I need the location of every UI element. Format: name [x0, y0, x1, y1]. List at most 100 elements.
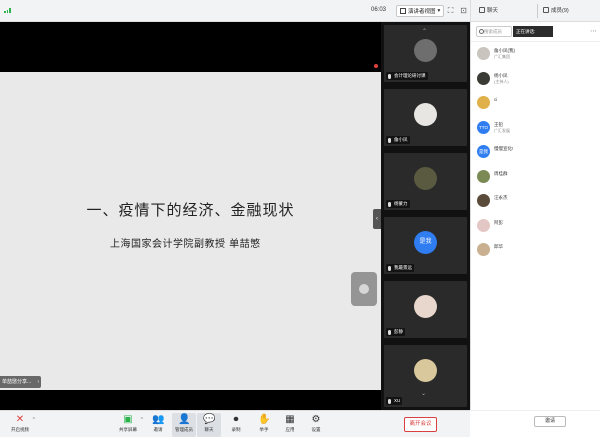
video-gallery: ⌃ 会计理论研讨课 詹小凤 杨蒙力 是我 我最景远 彭静 XU ⌄ [381, 22, 470, 410]
chevron-left-icon: ‹ [376, 216, 378, 222]
tab-chat-label: 聊天 [487, 8, 499, 14]
avatar [414, 103, 437, 126]
slide-title: 一、疫情下的经济、金融现状 [86, 201, 295, 219]
tab-chat[interactable]: 聊天 [479, 6, 498, 14]
speaking-indicator: 正在讲话: [513, 26, 553, 37]
apps-icon: ▦ [285, 414, 295, 425]
panel-tabs: 聊天 成员(9) [471, 0, 600, 22]
list-item[interactable]: 汪永杰 [471, 191, 600, 216]
record-button[interactable]: ⏺ 录制 [224, 413, 248, 437]
chevron-up-icon: ⌃ [422, 29, 428, 35]
signal-icon[interactable] [4, 8, 11, 13]
speaker-view-button[interactable]: 演讲者视图 ▾ [396, 5, 445, 17]
raise-hand-button[interactable]: ✋ 举手 [252, 413, 276, 437]
meeting-timer: 06:03 [371, 7, 387, 13]
sharer-tag[interactable]: 单喆慜分享... ‹ [0, 376, 42, 388]
participant-name: 慢慢宣化! [494, 146, 514, 151]
panel-footer: 邀请 [470, 410, 600, 437]
chat-icon [479, 7, 485, 13]
chat-label: 聊天 [204, 427, 214, 432]
record-icon: ⏺ [233, 414, 239, 425]
tile-name: 会计理论研讨课 [386, 72, 428, 80]
avatar [477, 96, 490, 109]
bottom-toolbar: ✕ 开启视频 ^ ▣ 共享屏幕 ^ 👥 邀请 👤 管理成员 💬 聊天 ⏺ 录制 … [0, 410, 470, 437]
chevron-down-icon[interactable]: ⌄ [421, 390, 426, 397]
tab-members[interactable]: 成员(9) [543, 6, 569, 14]
invite-label: 邀请 [153, 427, 163, 432]
search-row: 搜索成员 正在讲话: ⋯ [471, 22, 600, 42]
side-panel: 聊天 成员(9) 搜索成员 正在讲话: ⋯ 詹小凤(我) 广汇集团 杨小凤 (主… [470, 0, 600, 410]
fullscreen-icon[interactable]: ⛶ [446, 6, 455, 15]
invite-icon: 👥 [152, 414, 165, 425]
avatar [477, 243, 490, 256]
avatar [477, 218, 490, 232]
recording-dot-icon [374, 64, 378, 68]
avatar: TTO [477, 120, 490, 134]
members-label: 管理成员 [175, 427, 193, 432]
share-screen-icon: ▣ [123, 414, 133, 425]
avatar: 是我 [414, 231, 437, 254]
raise-hand-label: 举手 [259, 427, 269, 432]
list-item[interactable]: 杨小凤 (主持人) [471, 69, 600, 94]
invite-button[interactable]: 👥 邀请 [146, 413, 170, 437]
chat-button[interactable]: 💬 聊天 [197, 413, 221, 437]
search-input[interactable]: 搜索成员 [476, 26, 512, 37]
avatar [477, 194, 490, 207]
list-item[interactable]: 是我 慢慢宣化! [471, 142, 600, 167]
video-tile[interactable]: 杨蒙力 [384, 153, 467, 210]
tile-name: XU [386, 397, 403, 405]
avatar [414, 167, 437, 190]
video-label: 开启视频 [11, 427, 29, 432]
video-button[interactable]: ✕ 开启视频 ^ [8, 413, 35, 437]
settings-label: 设置 [311, 427, 321, 432]
list-item[interactable]: 阿彭 [471, 216, 600, 241]
apps-button[interactable]: ▦ 应用 [278, 413, 302, 437]
meeting-window: 06:03 演讲者视图 ▾ ⛶ ⊡ 一、疫情下的经济、金融现状 上海国家会计学院… [0, 0, 600, 437]
floating-camera-button[interactable] [351, 272, 377, 306]
members-icon: 👤 [178, 414, 191, 425]
list-item[interactable]: 周桂群 [471, 167, 600, 192]
participant-name: 汪永杰 [494, 195, 508, 200]
chevron-up-icon[interactable]: ^ [141, 417, 143, 423]
slide-subtitle: 上海国家会计学院副教授 单喆慜 [110, 239, 261, 250]
participant-list: 詹小凤(我) 广汇集团 杨小凤 (主持人) ci TTO 王铅 广汇发展 是我 … [471, 44, 600, 265]
invite-button[interactable]: 邀请 [534, 416, 566, 427]
participant-name: 阿彭 [494, 219, 503, 225]
view-label: 演讲者视图 [408, 9, 436, 15]
video-tile[interactable]: ⌃ 会计理论研讨课 [384, 25, 467, 82]
tile-name: 彭静 [386, 328, 405, 336]
raise-hand-icon: ✋ [258, 414, 271, 425]
participant-name: ci [494, 97, 498, 102]
video-tile[interactable]: XU [384, 345, 467, 407]
list-item[interactable]: 邱华 [471, 240, 600, 265]
participant-name: 周桂群 [494, 170, 508, 176]
more-icon[interactable]: ⋯ [590, 28, 597, 35]
participant-role: (主持人) [494, 78, 509, 84]
list-item[interactable]: TTO 王铅 广汇发展 [471, 118, 600, 143]
manage-members-button[interactable]: 👤 管理成员 [172, 413, 196, 437]
share-screen-button[interactable]: ▣ 共享屏幕 ^ [116, 413, 143, 437]
tile-name: 詹小凤 [386, 136, 410, 144]
chevron-down-icon: ▾ [437, 8, 441, 14]
shared-screen: 一、疫情下的经济、金融现状 上海国家会计学院副教授 单喆慜 单喆慜分享... ‹ [0, 22, 381, 410]
video-tile[interactable]: 彭静 [384, 281, 467, 338]
list-item[interactable]: ci [471, 93, 600, 118]
video-tile[interactable]: 詹小凤 [384, 89, 467, 146]
members-icon [543, 7, 549, 13]
list-item[interactable]: 詹小凤(我) 广汇集团 [471, 44, 600, 69]
leave-meeting-button[interactable]: 离开会议 [404, 417, 437, 432]
tab-members-label: 成员(9) [551, 8, 569, 14]
tile-name: 我最景远 [386, 264, 414, 272]
chevron-up-icon[interactable]: ^ [33, 417, 35, 423]
share-label: 共享屏幕 [119, 427, 137, 432]
collapse-gallery-button[interactable]: ‹ [373, 209, 381, 229]
pin-icon[interactable]: ⊡ [459, 6, 468, 15]
settings-icon: ⚙ [311, 414, 321, 425]
video-tile[interactable]: 是我 我最景远 [384, 217, 467, 274]
avatar [477, 71, 490, 85]
apps-label: 应用 [285, 427, 295, 432]
avatar [414, 359, 437, 382]
sharer-label: 单喆慜分享... [2, 379, 32, 385]
top-bar: 06:03 演讲者视图 ▾ ⛶ ⊡ [0, 0, 470, 22]
settings-button[interactable]: ⚙ 设置 [304, 413, 328, 437]
